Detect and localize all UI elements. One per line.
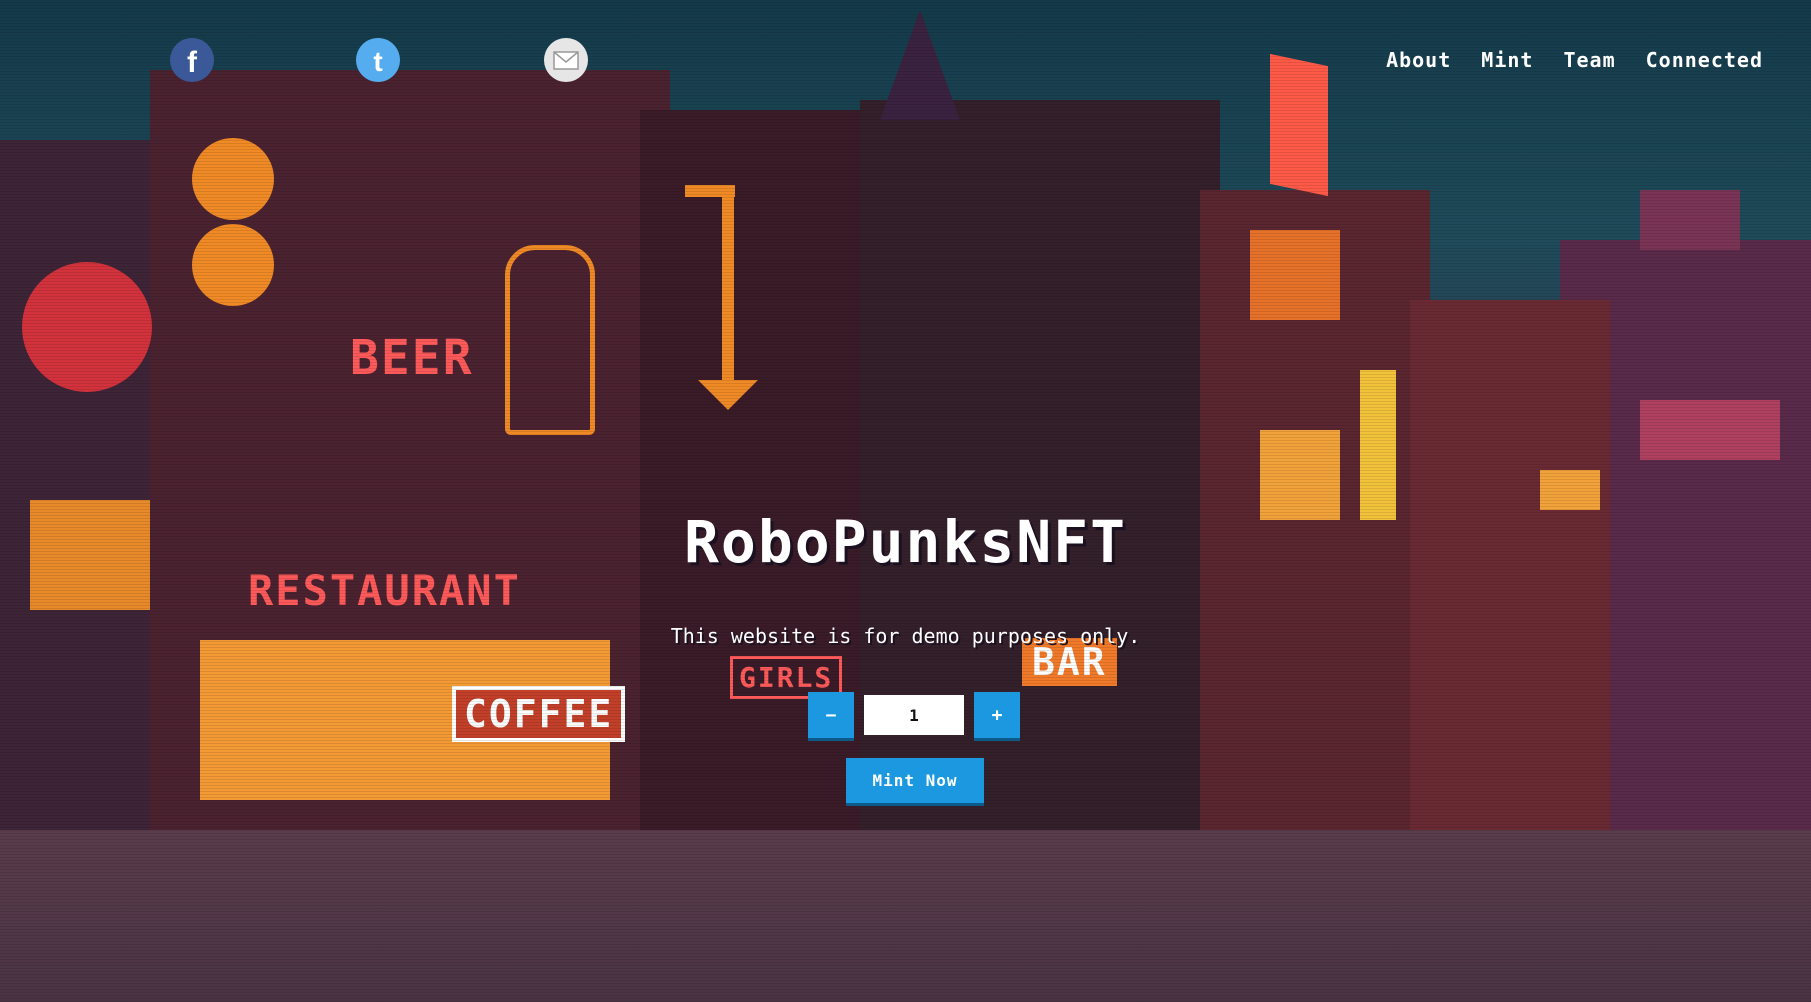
neon-bottle	[505, 245, 595, 435]
window	[1260, 430, 1340, 520]
increment-button[interactable]: +	[974, 692, 1020, 738]
quantity-input[interactable]	[864, 695, 964, 735]
vertical-sign	[1270, 53, 1328, 197]
building	[640, 110, 880, 860]
nav-about[interactable]: About	[1386, 48, 1451, 72]
quantity-stepper: − +	[808, 692, 1020, 738]
street	[0, 830, 1811, 1002]
page-title: RoboPunksNFT	[683, 508, 1128, 576]
nav-mint[interactable]: Mint	[1481, 48, 1533, 72]
round-sign	[22, 262, 152, 392]
vertical-sign	[1360, 370, 1396, 520]
building	[860, 100, 1220, 860]
twitter-icon[interactable]: t	[356, 38, 400, 82]
nav-connected[interactable]: Connected	[1646, 48, 1763, 72]
window	[1250, 230, 1340, 320]
coffee-sign: COFFEE	[452, 686, 626, 742]
facebook-icon[interactable]: f	[170, 38, 214, 82]
email-icon[interactable]	[544, 38, 588, 82]
beer-sign: BEER	[350, 330, 474, 386]
window	[1640, 400, 1780, 460]
window	[1540, 470, 1600, 510]
round-sign	[192, 224, 274, 306]
round-sign	[192, 138, 274, 220]
pixel-city-background: BEER RESTAURANT COFFEE GIRLS BAR	[0, 0, 1811, 1002]
neon-arrow	[722, 185, 734, 385]
decrement-button[interactable]: −	[808, 692, 854, 738]
main-nav: About Mint Team Connected	[1386, 48, 1763, 72]
svg-text:f: f	[187, 46, 198, 79]
building	[1640, 190, 1740, 250]
svg-text:t: t	[373, 46, 382, 77]
nav-team[interactable]: Team	[1563, 48, 1615, 72]
mint-now-button[interactable]: Mint Now	[846, 758, 984, 803]
demo-disclaimer: This website is for demo purposes only.	[670, 624, 1141, 648]
